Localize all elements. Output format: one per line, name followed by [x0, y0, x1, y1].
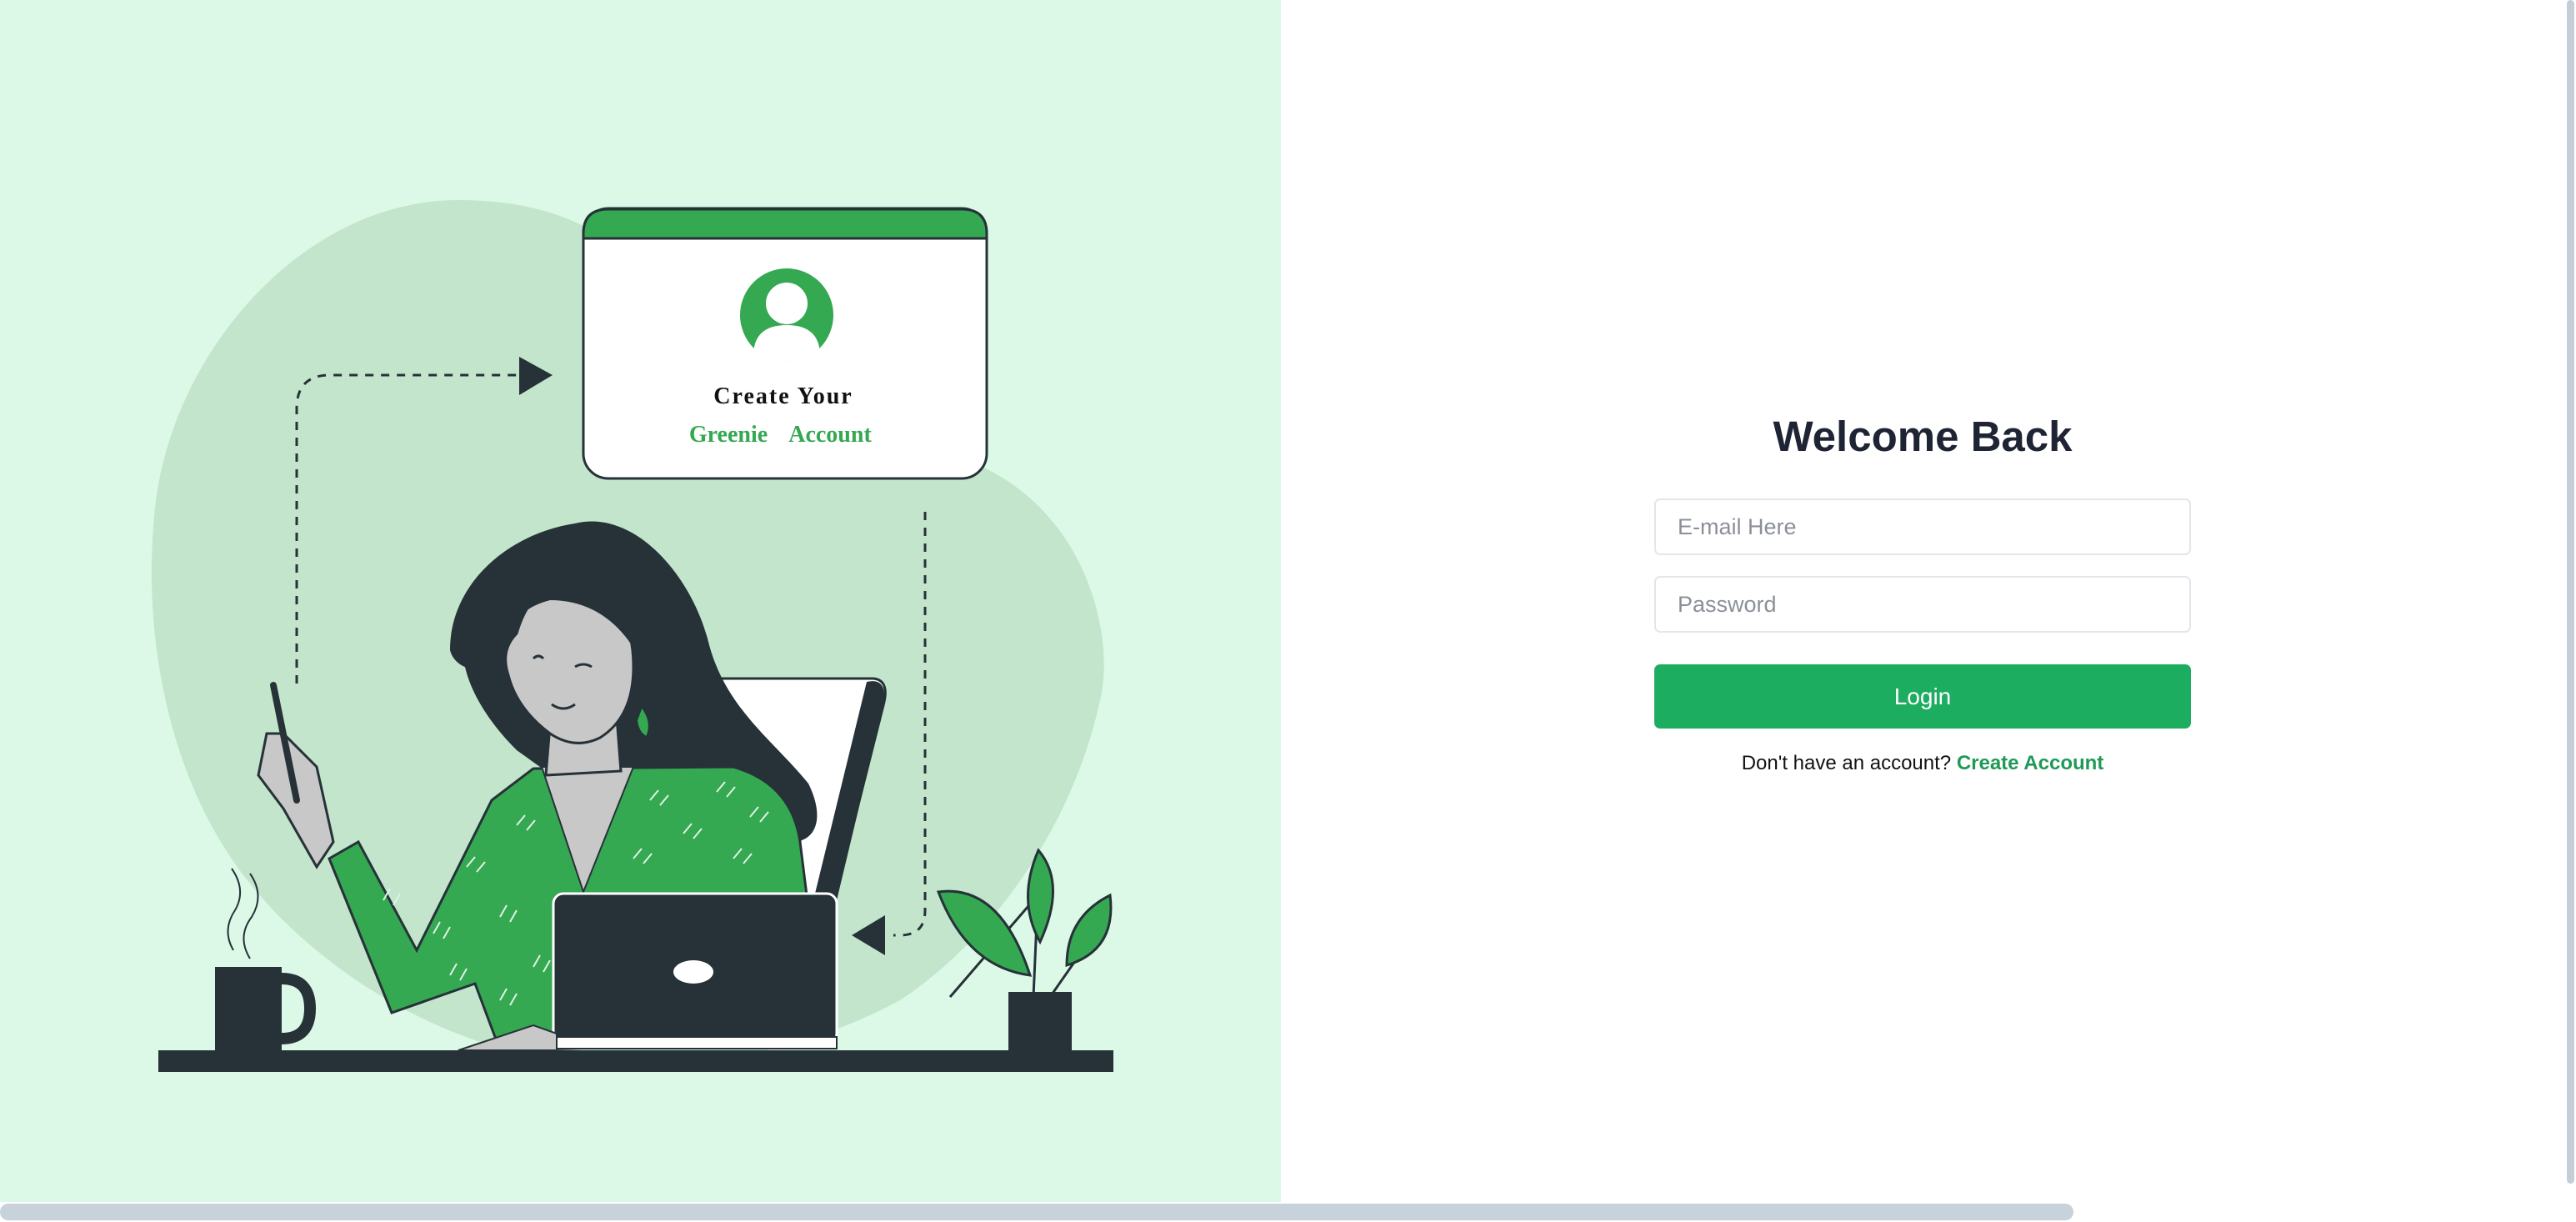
- account-card: Create Your Greenie Account: [582, 207, 988, 480]
- create-account-link[interactable]: Create Account: [1957, 752, 2103, 774]
- desk: [158, 1050, 1113, 1072]
- login-button[interactable]: Login: [1654, 664, 2191, 729]
- signup-illustration: Create Your Greenie Account: [151, 200, 1113, 1072]
- user-avatar-icon: [740, 268, 833, 362]
- login-page: Create Your Greenie Account Welcome Back…: [0, 0, 2576, 1222]
- card-word-account: Account: [788, 422, 872, 448]
- illustration-panel: Create Your Greenie Account: [0, 0, 1281, 1202]
- card-line-1: Create Your: [713, 383, 853, 409]
- login-form: Welcome Back Login Don't have an account…: [1654, 400, 2191, 775]
- page-title: Welcome Back: [1773, 413, 2073, 460]
- email-field[interactable]: [1654, 498, 2191, 555]
- vertical-scrollbar[interactable]: [2563, 0, 2576, 1202]
- vertical-scrollbar-thumb[interactable]: [2567, 0, 2574, 1184]
- password-field[interactable]: [1654, 576, 2191, 633]
- login-panel: Welcome Back Login Don't have an account…: [1281, 0, 2563, 1202]
- signup-prompt: Don't have an account? Create Account: [1654, 752, 2191, 775]
- signup-prompt-text: Don't have an account?: [1741, 752, 1952, 774]
- card-word-greenie: Greenie: [689, 422, 768, 448]
- horizontal-scrollbar[interactable]: [0, 1202, 2576, 1222]
- horizontal-scrollbar-thumb[interactable]: [0, 1204, 2073, 1220]
- laptop: [552, 892, 838, 1049]
